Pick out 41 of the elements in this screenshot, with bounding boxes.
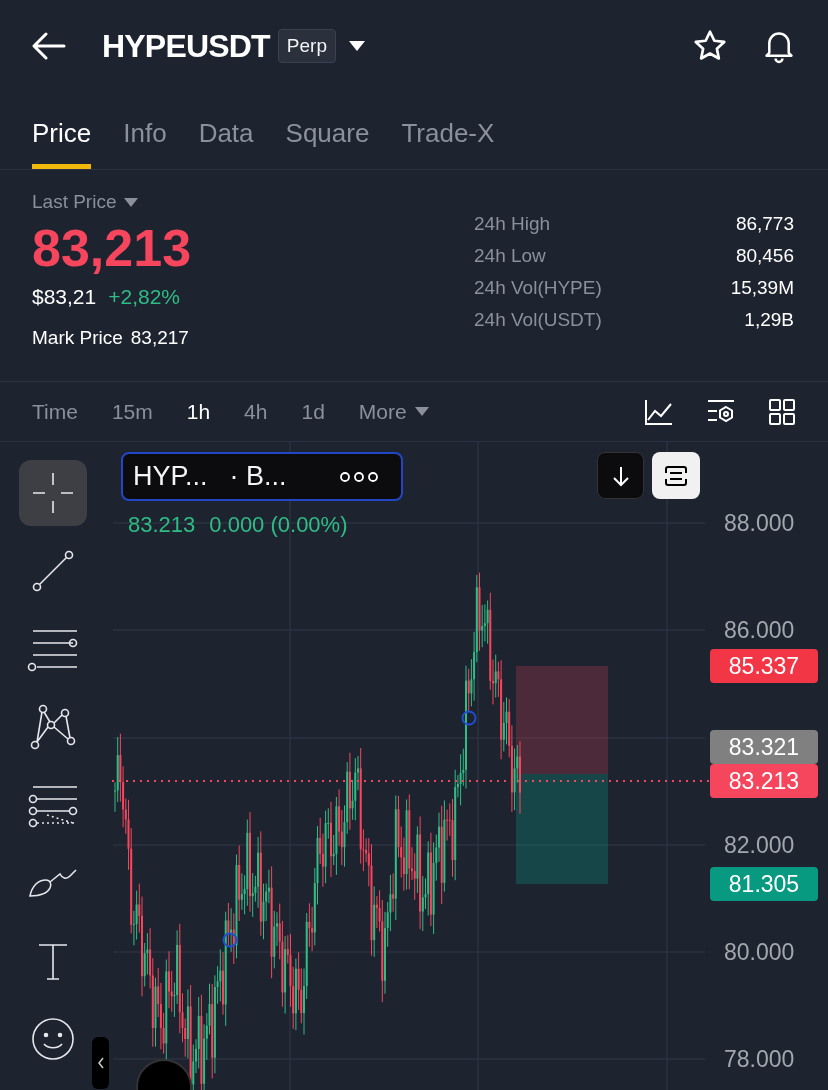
mark-price-label: Mark Price (32, 326, 123, 350)
legend-price: 83.213 (128, 511, 196, 539)
last-price: 83,213 (32, 217, 192, 279)
usd-price: $83,21 (32, 283, 97, 310)
tab[interactable]: Info (123, 92, 167, 169)
legend-symbol: HYP... (133, 460, 208, 494)
interval-tab[interactable]: 4h (244, 395, 268, 428)
stat-label: 24h Vol(HYPE) (474, 275, 602, 300)
tab[interactable]: Data (198, 92, 254, 169)
stat-value: 80,456 (735, 243, 794, 268)
last-price-label: Last Price (32, 190, 117, 214)
price-change: +2,82% (108, 283, 181, 310)
stat-value: 15,39M (730, 275, 794, 300)
tab[interactable]: Price (32, 92, 92, 169)
price-axis-label: 80.000 (724, 938, 795, 966)
price-tag: 83.213 (710, 764, 818, 798)
stat-label: 24h Vol(USDT) (474, 307, 602, 332)
contract-type-label: Perp (277, 28, 336, 64)
interval-tab[interactable]: Time (32, 395, 78, 428)
legend-change: 0.000 (0.00%) (209, 511, 348, 539)
symbol-title: HYPEUSDT (102, 27, 270, 66)
price-tag: 85.337 (710, 649, 818, 683)
price-axis-label: 86.000 (724, 616, 795, 644)
interval-tab[interactable]: 15m (111, 395, 153, 428)
mark-price: 83,217 (130, 326, 189, 350)
price-axis-label: 78.000 (724, 1045, 795, 1073)
tab[interactable]: Square (285, 92, 370, 169)
price-axis-label: 88.000 (724, 509, 795, 537)
stat-label: 24h High (474, 211, 551, 236)
price-axis-label: 82.000 (724, 831, 795, 859)
more-dropdown[interactable]: More (358, 395, 429, 428)
price-tag: 83.321 (710, 730, 818, 764)
tab[interactable]: Trade-X (401, 92, 495, 169)
price-tag: 81.305 (710, 867, 818, 901)
stat-label: 24h Low (474, 243, 546, 268)
stat-value: 1,29B (744, 307, 794, 332)
stat-value: 86,773 (735, 211, 794, 236)
interval-tab[interactable]: 1d (301, 395, 325, 428)
interval-tab[interactable]: 1h (186, 395, 211, 428)
legend-box[interactable]: HYP... · B... (121, 452, 403, 501)
legend-exchange: · B... (229, 460, 287, 494)
